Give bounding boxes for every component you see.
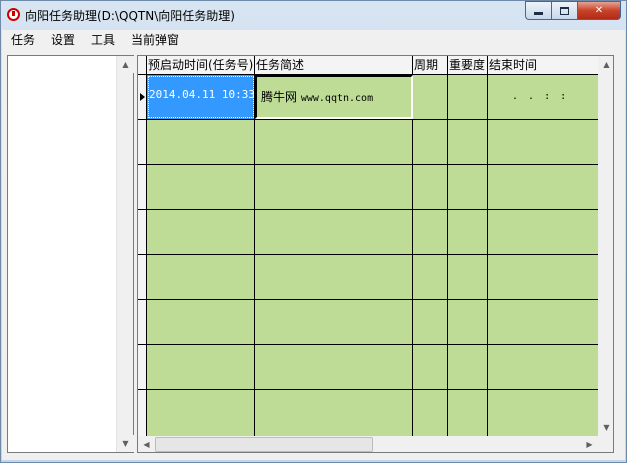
- grid-body: 2014.04.11 10:33:5 腾牛网 www.qqtn.com . . …: [147, 75, 598, 436]
- scroll-down-icon[interactable]: ▼: [117, 435, 134, 452]
- cell[interactable]: [255, 390, 413, 436]
- table-row[interactable]: [147, 390, 598, 436]
- row-indicator[interactable]: [138, 120, 147, 165]
- cell[interactable]: [448, 390, 488, 436]
- cell[interactable]: [413, 165, 448, 209]
- scroll-up-icon[interactable]: ▲: [598, 56, 613, 73]
- menu-current-popup[interactable]: 当前弹窗: [122, 30, 186, 50]
- column-header-importance[interactable]: 重要度: [448, 56, 488, 75]
- cell[interactable]: [488, 390, 598, 436]
- cell[interactable]: [255, 165, 413, 209]
- cell[interactable]: [488, 165, 598, 209]
- cell[interactable]: [413, 210, 448, 254]
- table-row[interactable]: [147, 255, 598, 300]
- header-corner: [138, 56, 147, 75]
- cell[interactable]: [448, 120, 488, 164]
- row-indicator[interactable]: [138, 210, 147, 255]
- window-title: 向阳任务助理(D:\QQTN\向阳任务助理): [25, 9, 235, 23]
- grid-horizontal-scrollbar[interactable]: ◀ ▶: [138, 436, 598, 452]
- cell[interactable]: [448, 165, 488, 209]
- cell-period[interactable]: [413, 75, 448, 119]
- row-indicator[interactable]: [138, 75, 147, 120]
- minimize-icon: [534, 12, 543, 15]
- table-row[interactable]: [147, 300, 598, 345]
- task-grid[interactable]: 预启动时间(任务号) 任务简述 周期 重要度 结束时间 2014.04.11 1…: [137, 55, 614, 453]
- cell[interactable]: [413, 255, 448, 299]
- grid-header: 预启动时间(任务号) 任务简述 周期 重要度 结束时间: [138, 56, 598, 75]
- cell[interactable]: [413, 345, 448, 389]
- table-row[interactable]: 2014.04.11 10:33:5 腾牛网 www.qqtn.com . . …: [147, 75, 598, 120]
- cell[interactable]: [488, 120, 598, 164]
- cell[interactable]: [255, 300, 413, 344]
- main-window: 向阳任务助理(D:\QQTN\向阳任务助理) ✕ 任务 设置 工具 当前弹窗 ▲…: [0, 0, 627, 463]
- app-icon[interactable]: [7, 8, 20, 21]
- cell[interactable]: [147, 210, 255, 254]
- cell[interactable]: [448, 345, 488, 389]
- cell-end-time[interactable]: . . : :: [488, 75, 598, 119]
- scroll-right-icon[interactable]: ▶: [581, 436, 598, 452]
- cell[interactable]: [488, 300, 598, 344]
- cell[interactable]: [413, 300, 448, 344]
- cell-summary[interactable]: 腾牛网 www.qqtn.com: [255, 75, 413, 119]
- row-indicator[interactable]: [138, 390, 147, 436]
- cell[interactable]: [448, 255, 488, 299]
- cell[interactable]: [255, 255, 413, 299]
- left-vertical-scrollbar[interactable]: ▲ ▼: [116, 56, 134, 452]
- close-icon: ✕: [594, 5, 604, 16]
- scroll-up-icon[interactable]: ▲: [117, 56, 134, 73]
- scrollbar-corner: [598, 436, 613, 452]
- horizontal-scroll-thumb[interactable]: [155, 437, 373, 452]
- column-header-end-time[interactable]: 结束时间: [488, 56, 598, 75]
- cell[interactable]: [448, 300, 488, 344]
- cell[interactable]: [147, 300, 255, 344]
- cell-start-time[interactable]: 2014.04.11 10:33:5: [147, 75, 255, 119]
- summary-text: 腾牛网: [261, 90, 298, 104]
- title-bar[interactable]: 向阳任务助理(D:\QQTN\向阳任务助理) ✕: [1, 1, 626, 28]
- window-controls: ✕: [525, 1, 621, 20]
- cell[interactable]: [488, 210, 598, 254]
- task-list-panel[interactable]: ▲ ▼: [7, 55, 134, 453]
- menu-settings[interactable]: 设置: [42, 30, 82, 50]
- cell[interactable]: [488, 255, 598, 299]
- cell[interactable]: [413, 390, 448, 436]
- summary-url: www.qqtn.com: [300, 93, 374, 104]
- cell[interactable]: [147, 390, 255, 436]
- table-row[interactable]: [147, 120, 598, 165]
- row-indicator[interactable]: [138, 300, 147, 345]
- cell[interactable]: [255, 120, 413, 164]
- cell[interactable]: [413, 120, 448, 164]
- cell[interactable]: [255, 345, 413, 389]
- row-indicator[interactable]: [138, 255, 147, 300]
- cell[interactable]: [255, 210, 413, 254]
- row-indicator[interactable]: [138, 165, 147, 210]
- minimize-button[interactable]: [525, 1, 551, 20]
- scroll-down-icon[interactable]: ▼: [598, 419, 613, 436]
- scroll-left-icon[interactable]: ◀: [138, 436, 155, 452]
- cell[interactable]: [147, 165, 255, 209]
- row-indicator[interactable]: [138, 345, 147, 390]
- row-indicator-column: [138, 75, 147, 436]
- current-row-arrow-icon: [140, 93, 145, 101]
- cell[interactable]: [488, 345, 598, 389]
- maximize-button[interactable]: [551, 1, 577, 20]
- column-header-start-time[interactable]: 预启动时间(任务号): [147, 56, 255, 75]
- menu-bar: 任务 设置 工具 当前弹窗: [2, 30, 625, 50]
- client-area: ▲ ▼ 预启动时间(任务号) 任务简述 周期 重要度 结束时间 2014.04.…: [2, 50, 625, 460]
- table-row[interactable]: [147, 165, 598, 210]
- menu-task[interactable]: 任务: [2, 30, 42, 50]
- cell[interactable]: [147, 255, 255, 299]
- cell[interactable]: [147, 345, 255, 389]
- maximize-icon: [560, 6, 569, 15]
- cell[interactable]: [147, 120, 255, 164]
- menu-tools[interactable]: 工具: [82, 30, 122, 50]
- table-row[interactable]: [147, 345, 598, 390]
- close-button[interactable]: ✕: [577, 1, 621, 20]
- column-header-period[interactable]: 周期: [413, 56, 448, 75]
- table-row[interactable]: [147, 210, 598, 255]
- cell-importance[interactable]: [448, 75, 488, 119]
- grid-vertical-scrollbar[interactable]: ▲ ▼: [598, 56, 613, 436]
- column-header-summary[interactable]: 任务简述: [255, 56, 413, 75]
- cell[interactable]: [448, 210, 488, 254]
